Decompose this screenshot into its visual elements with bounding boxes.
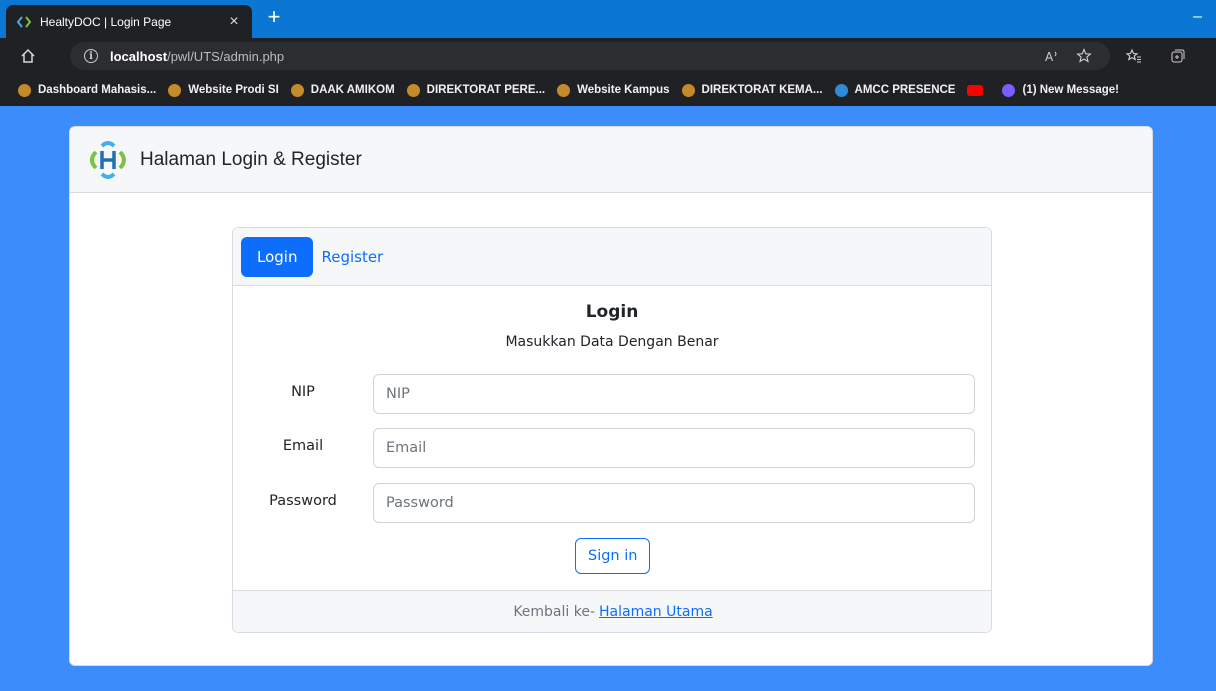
login-footer: Kembali ke- Halaman Utama	[233, 590, 991, 632]
page-card: Halaman Login & Register Login Register …	[69, 126, 1153, 666]
nip-input[interactable]	[373, 374, 975, 414]
bookmark-favicon-icon	[168, 83, 182, 97]
sign-in-button[interactable]: Sign in	[575, 538, 651, 574]
browser-tab[interactable]: HealtyDOC | Login Page ×	[6, 5, 252, 38]
bookmark-item[interactable]: DIREKTORAT PERE...	[406, 83, 545, 97]
bookmark-item[interactable]: Website Kampus	[557, 83, 670, 97]
site-info-icon[interactable]: i	[84, 49, 98, 63]
nip-row: NIP	[233, 374, 991, 414]
password-row: Password	[233, 483, 991, 523]
tab-close-icon[interactable]: ×	[226, 13, 242, 31]
login-subtitle: Masukkan Data Dengan Benar	[505, 334, 719, 350]
tab-login[interactable]: Login	[241, 236, 314, 277]
bookmark-item[interactable]: (1) New Message!	[1002, 83, 1119, 97]
svg-text:A: A	[1045, 50, 1054, 64]
login-heading: Login	[585, 302, 639, 322]
url-field[interactable]: i localhost /pwl/UTS/admin.php A	[70, 42, 1110, 70]
add-favorite-icon[interactable]	[1076, 48, 1092, 64]
bookmark-favicon-icon	[290, 83, 304, 97]
page-header: Halaman Login & Register	[70, 127, 1152, 193]
bookmark-item[interactable]: AMCC PRESENCE	[834, 83, 955, 97]
bookmark-favicon-icon	[1002, 83, 1016, 97]
bookmark-item[interactable]: DAAK AMIKOM	[290, 83, 395, 97]
page-title: Halaman Login & Register	[140, 148, 362, 170]
tab-register[interactable]: Register	[321, 237, 383, 277]
healtydoc-favicon-icon	[16, 14, 32, 30]
bookmark-item[interactable]	[967, 84, 990, 96]
auth-tabs: Login Register	[233, 228, 991, 286]
bookmark-favicon-icon	[681, 83, 695, 97]
new-tab-icon[interactable]: +	[262, 6, 286, 30]
bookmark-item[interactable]: Website Prodi SI	[168, 83, 279, 97]
bookmark-item[interactable]: Dashboard Mahasis...	[18, 83, 156, 97]
bookmark-favicon-icon	[834, 83, 848, 97]
favorites-icon[interactable]	[1126, 48, 1142, 64]
password-input[interactable]	[373, 483, 975, 523]
bookmark-item[interactable]: DIREKTORAT KEMA...	[681, 83, 823, 97]
bookmark-favicon-icon	[406, 83, 420, 97]
login-card: Login Register Login Masukkan Data Denga…	[232, 227, 992, 633]
browser-tab-bar: HealtyDOC | Login Page × + –	[0, 0, 1216, 38]
youtube-icon	[967, 84, 984, 96]
nip-label: NIP	[291, 384, 315, 400]
read-aloud-icon[interactable]: A	[1044, 48, 1060, 64]
minimize-icon[interactable]: –	[1193, 8, 1202, 26]
browser-address-bar: i localhost /pwl/UTS/admin.php A	[0, 38, 1216, 74]
bookmarks-bar: Dashboard Mahasis... Website Prodi SI DA…	[0, 74, 1216, 106]
password-label: Password	[269, 493, 337, 509]
bookmark-favicon-icon	[557, 83, 571, 97]
home-icon[interactable]	[20, 48, 36, 64]
email-input[interactable]	[373, 428, 975, 468]
browser-tab-title: HealtyDOC | Login Page	[40, 14, 172, 29]
home-page-link[interactable]: Halaman Utama	[599, 604, 713, 620]
url-host: localhost	[110, 48, 168, 64]
healtydoc-logo-icon	[90, 140, 126, 179]
bookmark-favicon-icon	[18, 83, 31, 97]
email-label: Email	[282, 438, 324, 454]
email-row: Email	[233, 428, 991, 468]
login-body: Login Masukkan Data Dengan Benar	[233, 286, 991, 350]
url-path: /pwl/UTS/admin.php	[167, 48, 285, 64]
footer-text: Kembali ke-	[513, 603, 596, 620]
collections-icon[interactable]	[1170, 48, 1186, 64]
